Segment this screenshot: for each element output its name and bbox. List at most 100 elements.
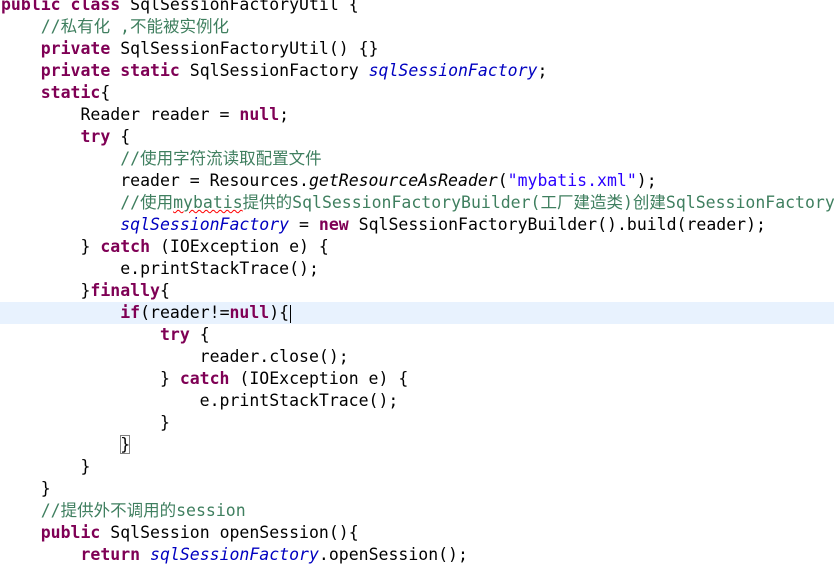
code-token: if (120, 303, 141, 322)
code-line[interactable]: //使用mybatis提供的SqlSessionFactoryBuilder(工… (0, 192, 834, 214)
code-line[interactable]: private SqlSessionFactoryUtil() {} (0, 38, 834, 60)
code-token: ); (636, 171, 657, 190)
code-token: } (1, 281, 91, 300)
code-token: SqlSessionFactoryUtil() {} (110, 39, 379, 58)
code-token: "mybatis.xml" (507, 171, 637, 190)
code-token: public (40, 523, 101, 542)
code-token: (IOException e) { (229, 369, 409, 388)
code-token: public (1, 0, 61, 14)
code-token: SqlSessionFactoryUtil { (120, 0, 359, 14)
code-line[interactable]: try { (0, 126, 834, 148)
code-token: = (289, 215, 319, 234)
code-token: } (1, 457, 91, 476)
code-token: ( (497, 171, 508, 190)
code-token: //使用字符流读取配置文件 (120, 149, 322, 168)
code-token: (reader!= (140, 303, 230, 322)
code-line[interactable]: reader.close(); (0, 346, 834, 368)
code-token: } (1, 413, 170, 432)
code-token: sqlSessionFactory (120, 215, 290, 234)
code-line[interactable]: reader = Resources.getResourceAsReader("… (0, 170, 834, 192)
code-token: (IOException e) { (150, 237, 329, 256)
code-token: reader = Resources. (1, 171, 309, 190)
code-line[interactable]: try { (0, 324, 834, 346)
code-token: SqlSessionFactory (179, 61, 369, 80)
code-token: try (80, 127, 111, 146)
code-token: null (239, 105, 280, 124)
code-token: } (120, 435, 131, 454)
code-token: null (229, 303, 270, 322)
code-line[interactable]: //提供外不调用的session (0, 500, 834, 522)
code-line[interactable]: private static SqlSessionFactory sqlSess… (0, 60, 834, 82)
code-line[interactable]: //使用字符流读取配置文件 (0, 148, 834, 170)
code-line[interactable]: e.printStackTrace(); (0, 258, 834, 280)
code-token: class (70, 0, 121, 14)
code-token: ; (279, 105, 290, 124)
code-line[interactable]: sqlSessionFactory = new SqlSessionFactor… (0, 214, 834, 236)
code-token: try (159, 325, 190, 344)
code-token: 提供的SqlSessionFactoryBuilder(工厂建造类)创建SqlS… (242, 193, 834, 212)
code-token: private (40, 39, 111, 58)
code-token: sqlSessionFactory (368, 61, 538, 80)
code-line[interactable]: //私有化 ,不能被实例化 (0, 16, 834, 38)
code-token: { (100, 83, 111, 102)
code-token: static (120, 61, 180, 80)
code-token: .openSession(); (318, 545, 468, 564)
code-token: catch (100, 237, 151, 256)
code-token: ){ (269, 303, 290, 322)
code-line[interactable]: e.printStackTrace(); (0, 390, 834, 412)
code-token: getResourceAsReader (308, 171, 498, 190)
code-token: static (40, 83, 101, 102)
code-token: e.printStackTrace(); (1, 259, 319, 278)
code-token: //提供外不调用的session (40, 501, 246, 520)
code-token: e.printStackTrace(); (1, 391, 399, 410)
code-token: new (318, 215, 349, 234)
code-line[interactable]: } (0, 434, 834, 456)
code-line[interactable]: public SqlSession openSession(){ (0, 522, 834, 544)
code-token: sqlSessionFactory (150, 545, 319, 564)
code-token: { (110, 127, 131, 146)
code-token: } (1, 237, 101, 256)
code-line[interactable]: Reader reader = null; (0, 104, 834, 126)
code-token: { (159, 281, 170, 300)
code-line[interactable]: } (0, 456, 834, 478)
code-token: mybatis (173, 193, 243, 212)
code-token: ; (537, 61, 548, 80)
code-token: } (1, 479, 51, 498)
code-line[interactable]: }finally{ (0, 280, 834, 302)
code-line[interactable]: if(reader!=null){ (0, 302, 834, 324)
code-token: SqlSession openSession(){ (100, 523, 359, 542)
code-token: finally (90, 281, 160, 300)
code-line[interactable]: return sqlSessionFactory.openSession(); (0, 544, 834, 566)
code-line[interactable]: public class SqlSessionFactoryUtil { (0, 0, 834, 16)
code-line[interactable]: } catch (IOException e) { (0, 236, 834, 258)
code-token: SqlSessionFactoryBuilder().build(reader)… (348, 215, 766, 234)
code-editor[interactable]: public class SqlSessionFactoryUtil { //私… (0, 0, 834, 566)
code-token: Reader reader = (1, 105, 240, 124)
code-token: { (189, 325, 210, 344)
code-token: return (80, 545, 141, 564)
code-token: catch (179, 369, 230, 388)
code-line[interactable]: static{ (0, 82, 834, 104)
code-token: } (1, 369, 180, 388)
code-token: //使用 (120, 193, 174, 212)
code-line[interactable]: } catch (IOException e) { (0, 368, 834, 390)
code-token: reader.close(); (1, 347, 349, 366)
code-line[interactable]: } (0, 412, 834, 434)
code-line[interactable]: } (0, 478, 834, 500)
text-cursor (290, 304, 292, 323)
code-token: private (40, 61, 111, 80)
